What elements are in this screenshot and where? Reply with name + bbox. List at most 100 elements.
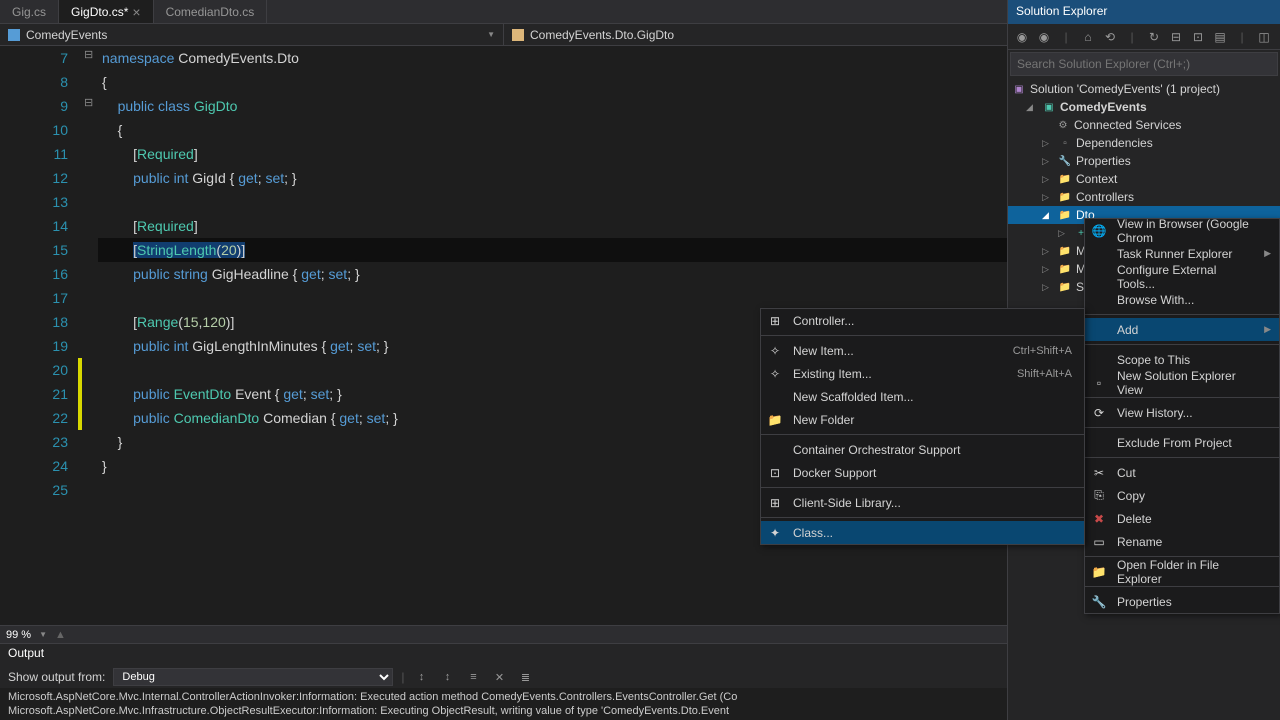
folder-icon: 📁	[1058, 280, 1072, 294]
nav-namespace[interactable]: ComedyEvents▼	[0, 24, 504, 45]
cm-cut[interactable]: ✂Cut	[1085, 461, 1279, 484]
cm-browse-with[interactable]: Browse With...	[1085, 288, 1279, 311]
solution-explorer-toolbar: ◉ ◉ | ⌂ ⟲ | ↻ ⊟ ⊡ ▤ | ◫	[1008, 24, 1280, 50]
menu-separator	[1085, 397, 1279, 398]
solution-search-input[interactable]	[1010, 52, 1278, 76]
cm-add-controller[interactable]: ⊞Controller...	[761, 309, 1084, 332]
solution-icon: ▣	[1012, 82, 1026, 96]
folder-icon: 📁	[1058, 244, 1072, 258]
dependencies-node[interactable]: ▷▫Dependencies	[1008, 134, 1280, 152]
fold-icon[interactable]: ⊟	[84, 48, 93, 61]
home-icon[interactable]: ⌂	[1078, 27, 1098, 47]
chevron-right-icon: ▶	[1264, 248, 1271, 259]
output-panel: Output Show output from: Debug | ↕ ↕ ≡ ✕…	[0, 643, 1007, 720]
cm-exclude[interactable]: Exclude From Project	[1085, 431, 1279, 454]
delete-icon: ✖	[1091, 511, 1107, 527]
dependencies-icon: ▫	[1058, 136, 1072, 150]
history-icon: ⟳	[1091, 405, 1107, 421]
cm-add-existing-item[interactable]: ✧Existing Item...Shift+Alt+A	[761, 362, 1084, 385]
folder-icon: 📁	[1058, 172, 1072, 186]
docker-icon: ⊡	[767, 465, 783, 481]
output-source-label: Show output from:	[8, 670, 105, 684]
chevron-right-icon: ▶	[1264, 324, 1271, 335]
wrench-icon: 🔧	[1058, 154, 1072, 168]
tab-gigdto[interactable]: GigDto.cs*×	[59, 0, 154, 23]
cm-add-container[interactable]: Container Orchestrator Support	[761, 438, 1084, 461]
menu-separator	[1085, 586, 1279, 587]
code-nav-bar: ComedyEvents▼ ComedyEvents.Dto.GigDto	[0, 24, 1007, 46]
solution-node[interactable]: ▣Solution 'ComedyEvents' (1 project)	[1008, 80, 1280, 98]
add-submenu: ⊞Controller... ✧New Item...Ctrl+Shift+A …	[760, 308, 1085, 545]
connected-icon: ⚙	[1056, 118, 1070, 132]
connected-services-node[interactable]: ⚙Connected Services	[1008, 116, 1280, 134]
cm-add-new-folder[interactable]: 📁New Folder	[761, 408, 1084, 431]
preview-icon[interactable]: ◫	[1254, 27, 1274, 47]
cm-view-history[interactable]: ⟳View History...	[1085, 401, 1279, 424]
sync-icon[interactable]: ⟲	[1100, 27, 1120, 47]
output-btn-1[interactable]: ↕	[413, 668, 431, 686]
solution-explorer-title: Solution Explorer	[1008, 0, 1280, 24]
output-btn-3[interactable]: ≡	[465, 668, 483, 686]
cm-properties[interactable]: 🔧Properties	[1085, 590, 1279, 613]
folder-context-menu: 🌐View in Browser (Google Chrom Task Runn…	[1084, 218, 1280, 614]
close-icon[interactable]: ×	[132, 4, 140, 20]
existing-item-icon: ✧	[767, 366, 783, 382]
editor-tabs: Gig.cs GigDto.cs*× ComedianDto.cs	[0, 0, 1007, 24]
controllers-folder-node[interactable]: ▷📁Controllers	[1008, 188, 1280, 206]
wrench-icon: 🔧	[1091, 594, 1107, 610]
output-wrap-icon[interactable]: ≣	[517, 668, 535, 686]
library-icon: ⊞	[767, 495, 783, 511]
project-icon	[8, 29, 20, 41]
collapse-icon[interactable]: ⊟	[1166, 27, 1186, 47]
output-clear-icon[interactable]: ✕	[491, 668, 509, 686]
output-title: Output	[0, 644, 1007, 666]
cm-new-view[interactable]: ▫New Solution Explorer View	[1085, 371, 1279, 394]
fold-column: ⊟ ⊟	[82, 46, 98, 625]
menu-separator	[1085, 314, 1279, 315]
class-icon	[512, 29, 524, 41]
menu-separator	[1085, 344, 1279, 345]
zoom-level[interactable]: 99 %	[6, 629, 31, 641]
cm-add-new-item[interactable]: ✧New Item...Ctrl+Shift+A	[761, 339, 1084, 362]
window-icon: ▫	[1091, 375, 1107, 391]
forward-icon[interactable]: ◉	[1034, 27, 1054, 47]
fold-icon[interactable]: ⊟	[84, 96, 93, 109]
cm-add-scaffolded[interactable]: New Scaffolded Item...	[761, 385, 1084, 408]
menu-separator	[761, 434, 1084, 435]
properties-node[interactable]: ▷🔧Properties	[1008, 152, 1280, 170]
rename-icon: ▭	[1091, 534, 1107, 550]
copy-icon: ⎘	[1091, 488, 1107, 504]
csharp-project-icon: ▣	[1042, 100, 1056, 114]
zoom-dropdown-icon[interactable]: ▼	[39, 630, 47, 639]
cm-add-class[interactable]: ✦Class...	[761, 521, 1084, 544]
line-gutter: 789 101112 131415 161718 192021 222324 2…	[0, 46, 78, 625]
tab-gig[interactable]: Gig.cs	[0, 0, 59, 23]
output-text: Microsoft.AspNetCore.Mvc.Internal.Contro…	[0, 688, 1007, 720]
cm-add[interactable]: Add▶	[1085, 318, 1279, 341]
cm-rename[interactable]: ▭Rename	[1085, 530, 1279, 553]
cm-open-folder[interactable]: 📁Open Folder in File Explorer	[1085, 560, 1279, 583]
back-icon[interactable]: ◉	[1012, 27, 1032, 47]
refresh-icon[interactable]: ↻	[1144, 27, 1164, 47]
nav-class[interactable]: ComedyEvents.Dto.GigDto	[504, 24, 1007, 45]
folder-open-icon: 📁	[1091, 564, 1107, 580]
new-item-icon: ✧	[767, 343, 783, 359]
tab-comediandto[interactable]: ComedianDto.cs	[154, 0, 268, 23]
menu-separator	[1085, 457, 1279, 458]
properties-icon[interactable]: ▤	[1210, 27, 1230, 47]
context-folder-node[interactable]: ▷📁Context	[1008, 170, 1280, 188]
show-all-icon[interactable]: ⊡	[1188, 27, 1208, 47]
output-btn-2[interactable]: ↕	[439, 668, 457, 686]
cm-add-client-lib[interactable]: ⊞Client-Side Library...	[761, 491, 1084, 514]
cm-delete[interactable]: ✖Delete	[1085, 507, 1279, 530]
output-source-select[interactable]: Debug	[113, 668, 393, 686]
project-node[interactable]: ◢▣ComedyEvents	[1008, 98, 1280, 116]
cm-add-docker[interactable]: ⊡Docker Support	[761, 461, 1084, 484]
browser-icon: 🌐	[1091, 223, 1107, 239]
menu-separator	[1085, 427, 1279, 428]
menu-separator	[761, 517, 1084, 518]
cm-copy[interactable]: ⎘Copy	[1085, 484, 1279, 507]
output-toolbar: Show output from: Debug | ↕ ↕ ≡ ✕ ≣	[0, 666, 1007, 688]
cm-view-in-browser[interactable]: 🌐View in Browser (Google Chrom	[1085, 219, 1279, 242]
cm-external-tools[interactable]: Configure External Tools...	[1085, 265, 1279, 288]
